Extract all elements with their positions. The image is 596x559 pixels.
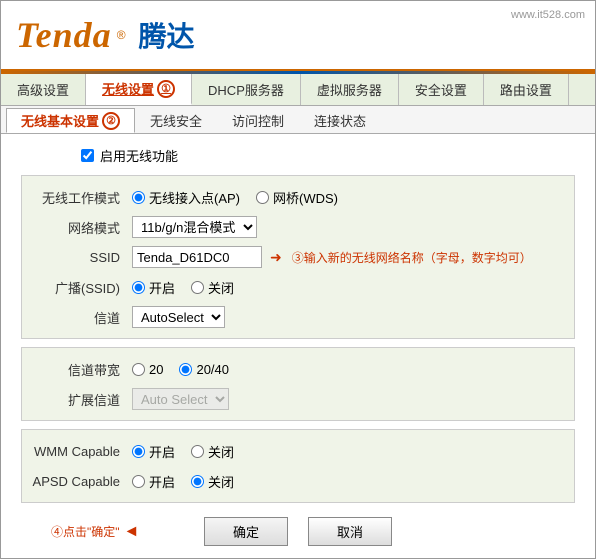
- logo: Tenda ® 腾达: [16, 14, 195, 56]
- network-mode-control: 11b/g/n混合模式: [132, 216, 257, 238]
- top-nav-dhcp[interactable]: DHCP服务器: [192, 74, 301, 105]
- ext-channel-select[interactable]: Auto Select: [132, 388, 229, 410]
- logo-registered: ®: [117, 28, 126, 42]
- form-section-2: 信道带宽 20 20/40 扩展信道 Auto Select: [21, 347, 575, 421]
- ext-channel-label: 扩展信道: [22, 390, 132, 409]
- top-nav: 高级设置 无线设置① DHCP服务器 虚拟服务器 安全设置 路由设置: [1, 74, 595, 106]
- ext-channel-control: Auto Select: [132, 388, 229, 410]
- apsd-off[interactable]: 关闭: [191, 472, 234, 491]
- watermark: www.it528.com: [511, 9, 585, 21]
- bandwidth-control: 20 20/40: [132, 362, 229, 377]
- channel-row: 信道 AutoSelect: [22, 302, 574, 332]
- wireless-mode-row: 无线工作模式 无线接入点(AP) 网桥(WDS): [22, 182, 574, 212]
- annotation-2: ②: [102, 112, 120, 130]
- bandwidth-20[interactable]: 20: [132, 362, 163, 377]
- apsd-on[interactable]: 开启: [132, 472, 175, 491]
- enable-wireless-checkbox[interactable]: [81, 149, 94, 162]
- button-row: ④点击"确定" ◄ 确定 取消: [21, 517, 575, 546]
- top-nav-wireless[interactable]: 无线设置①: [86, 74, 192, 105]
- sub-nav: 无线基本设置② 无线安全 访问控制 连接状态: [1, 106, 595, 134]
- wmm-on[interactable]: 开启: [132, 442, 175, 461]
- channel-select[interactable]: AutoSelect: [132, 306, 225, 328]
- confirm-button[interactable]: 确定: [204, 517, 288, 546]
- broadcast-label: 广播(SSID): [22, 278, 132, 297]
- wmm-control: 开启 关闭: [132, 442, 234, 461]
- sub-nav-access[interactable]: 访问控制: [217, 108, 299, 133]
- sub-nav-status[interactable]: 连接状态: [299, 108, 381, 133]
- top-nav-virtual[interactable]: 虚拟服务器: [301, 74, 399, 105]
- wireless-mode-control: 无线接入点(AP) 网桥(WDS): [132, 188, 338, 207]
- broadcast-row: 广播(SSID) 开启 关闭: [22, 272, 574, 302]
- network-mode-label: 网络模式: [22, 218, 132, 237]
- confirm-arrow: ◄: [124, 523, 140, 541]
- enable-wireless-label: 启用无线功能: [100, 146, 178, 165]
- wmm-label: WMM Capable: [22, 444, 132, 459]
- sub-nav-security[interactable]: 无线安全: [135, 108, 217, 133]
- broadcast-on[interactable]: 开启: [132, 278, 175, 297]
- sub-nav-basic[interactable]: 无线基本设置②: [6, 108, 135, 133]
- channel-control: AutoSelect: [132, 306, 225, 328]
- wireless-mode-wds[interactable]: 网桥(WDS): [256, 188, 338, 207]
- broadcast-off[interactable]: 关闭: [191, 278, 234, 297]
- annotation-4: ④点击"确定" ◄: [51, 523, 139, 541]
- form-section-1: 无线工作模式 无线接入点(AP) 网桥(WDS) 网络模式 11b/g/n混合模…: [21, 175, 575, 339]
- top-nav-security[interactable]: 安全设置: [399, 74, 484, 105]
- apsd-row: APSD Capable 开启 关闭: [22, 466, 574, 496]
- annotation-1: ①: [157, 80, 175, 98]
- bandwidth-label: 信道带宽: [22, 360, 132, 379]
- broadcast-control: 开启 关闭: [132, 278, 234, 297]
- ssid-arrow: ➜: [270, 249, 282, 266]
- wireless-mode-label: 无线工作模式: [22, 188, 132, 207]
- bandwidth-2040[interactable]: 20/40: [179, 362, 229, 377]
- bandwidth-row: 信道带宽 20 20/40: [22, 354, 574, 384]
- cancel-button[interactable]: 取消: [308, 517, 392, 546]
- apsd-control: 开启 关闭: [132, 472, 234, 491]
- wireless-mode-ap[interactable]: 无线接入点(AP): [132, 188, 240, 207]
- wmm-row: WMM Capable 开启 关闭: [22, 436, 574, 466]
- header: Tenda ® 腾达 www.it528.com: [1, 1, 595, 71]
- content: 启用无线功能 无线工作模式 无线接入点(AP) 网桥(WDS) 网络模式: [1, 134, 595, 558]
- network-mode-row: 网络模式 11b/g/n混合模式: [22, 212, 574, 242]
- ext-channel-row: 扩展信道 Auto Select: [22, 384, 574, 414]
- logo-english: Tenda: [16, 14, 112, 56]
- ssid-input[interactable]: [132, 246, 262, 268]
- wmm-off[interactable]: 关闭: [191, 442, 234, 461]
- enable-wireless-row: 启用无线功能: [21, 146, 575, 165]
- network-mode-select[interactable]: 11b/g/n混合模式: [132, 216, 257, 238]
- form-section-3: WMM Capable 开启 关闭 APSD Capable 开启: [21, 429, 575, 503]
- ssid-control: ➜ ③输入新的无线网络名称（字母，数字均可）: [132, 246, 532, 268]
- ssid-row: SSID ➜ ③输入新的无线网络名称（字母，数字均可）: [22, 242, 574, 272]
- ssid-callout: ③输入新的无线网络名称（字母，数字均可）: [292, 249, 532, 266]
- apsd-label: APSD Capable: [22, 474, 132, 489]
- ssid-label: SSID: [22, 250, 132, 265]
- top-nav-route[interactable]: 路由设置: [484, 74, 569, 105]
- channel-label: 信道: [22, 308, 132, 327]
- top-nav-advanced[interactable]: 高级设置: [1, 74, 86, 105]
- logo-chinese: 腾达: [139, 15, 195, 55]
